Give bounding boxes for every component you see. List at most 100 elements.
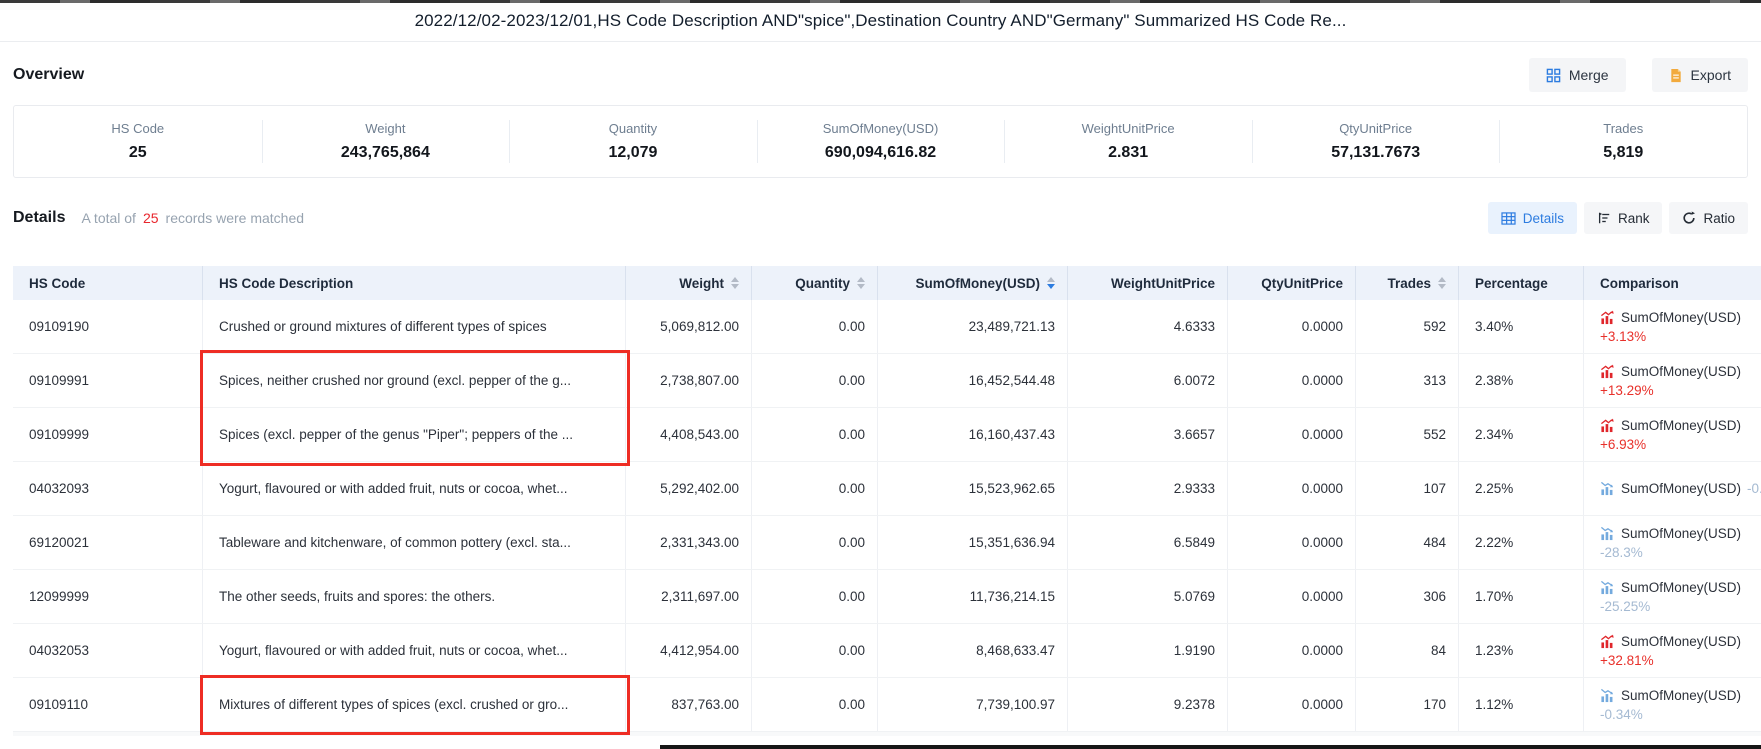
sort-control[interactable]: [731, 277, 739, 289]
details-header-row: Details A total of25records were matched…: [0, 178, 1761, 266]
cell-quantity: 0.00: [752, 624, 878, 677]
cell-trades: 313: [1356, 354, 1459, 407]
cell-sum_of_money: 8,468,633.47: [878, 624, 1068, 677]
table-row[interactable]: 12099999The other seeds, fruits and spor…: [13, 570, 1761, 624]
comparison-change: +13.29%: [1600, 383, 1741, 398]
cell-weight_unit_price: 4.6333: [1068, 300, 1228, 353]
tab-details[interactable]: Details: [1488, 202, 1577, 234]
column-header-percentage: Percentage: [1459, 266, 1584, 300]
comparison-metric: SumOfMoney(USD): [1621, 481, 1741, 496]
summary-suffix: records were matched: [166, 210, 305, 226]
cell-weight: 2,311,697.00: [626, 570, 752, 623]
comparison-metric: SumOfMoney(USD): [1621, 310, 1741, 325]
cell-weight_unit_price: 5.0769: [1068, 570, 1228, 623]
cell-weight: 5,069,812.00: [626, 300, 752, 353]
comparison-change: -28.3%: [1600, 545, 1741, 560]
stat-value: 690,094,616.82: [825, 144, 936, 162]
cell-description: Yogurt, flavoured or with added fruit, n…: [203, 462, 626, 515]
title-bar: 2022/12/02-2023/12/01,HS Code Descriptio…: [0, 0, 1761, 42]
cell-percentage: 1.23%: [1459, 624, 1584, 677]
cell-comparison: SumOfMoney(USD)+32.81%: [1584, 624, 1761, 677]
cell-percentage: 2.38%: [1459, 354, 1584, 407]
details-table: HS Code HS Code Description Weight Quantity…: [13, 266, 1761, 736]
column-label: HS Code Description: [219, 276, 353, 291]
cell-weight: 4,408,543.00: [626, 408, 752, 461]
overview-stat: Weight 243,765,864: [262, 106, 510, 177]
chart-down-icon: [1600, 481, 1615, 496]
cell-weight_unit_price: 6.0072: [1068, 354, 1228, 407]
overview-header-row: Overview Merge Export: [0, 42, 1761, 102]
overview-stats: HS Code 25 Weight 243,765,864 Quantity 1…: [14, 106, 1747, 177]
cell-comparison: SumOfMoney(USD)-0.34%: [1584, 678, 1761, 731]
export-button[interactable]: Export: [1652, 58, 1748, 92]
stat-label: HS Code: [111, 121, 164, 136]
table-row[interactable]: 04032053Yogurt, flavoured or with added …: [13, 624, 1761, 678]
cell-trades: 484: [1356, 516, 1459, 569]
tab-rank[interactable]: Rank: [1584, 202, 1663, 234]
cell-sum_of_money: 7,739,100.97: [878, 678, 1068, 731]
comparison-metric: SumOfMoney(USD): [1621, 580, 1741, 595]
column-header-sum_of_money_usd[interactable]: SumOfMoney(USD): [878, 266, 1068, 300]
cell-trades: 107: [1356, 462, 1459, 515]
table-row[interactable]: 09109190Crushed or ground mixtures of di…: [13, 300, 1761, 354]
tab-ratio[interactable]: Ratio: [1669, 202, 1748, 234]
cell-percentage: 3.40%: [1459, 300, 1584, 353]
cell-hs_code: 09109991: [13, 354, 203, 407]
page-title: 2022/12/02-2023/12/01,HS Code Descriptio…: [415, 11, 1347, 31]
stat-label: QtyUnitPrice: [1339, 121, 1412, 136]
cell-sum_of_money: 15,351,636.94: [878, 516, 1068, 569]
export-label: Export: [1691, 67, 1731, 83]
sort-control[interactable]: [1047, 277, 1055, 289]
cell-trades: 552: [1356, 408, 1459, 461]
cell-quantity: 0.00: [752, 462, 878, 515]
sort-control[interactable]: [1438, 277, 1446, 289]
stat-label: Quantity: [609, 121, 657, 136]
column-header-trades[interactable]: Trades: [1356, 266, 1459, 300]
column-label: Weight: [679, 276, 724, 291]
table-row[interactable]: 04032093Yogurt, flavoured or with added …: [13, 462, 1761, 516]
cell-qty_unit_price: 0.0000: [1228, 570, 1356, 623]
cell-description: Yogurt, flavoured or with added fruit, n…: [203, 624, 626, 677]
comparison-change: +32.81%: [1600, 653, 1741, 668]
cell-sum_of_money: 11,736,214.15: [878, 570, 1068, 623]
cell-comparison: SumOfMoney(USD)+3.13%: [1584, 300, 1761, 353]
stat-value: 12,079: [608, 144, 657, 162]
table-row[interactable]: 09109110Mixtures of different types of s…: [13, 678, 1761, 732]
records-summary: A total of25records were matched: [81, 210, 304, 226]
cell-sum_of_money: 16,452,544.48: [878, 354, 1068, 407]
column-label: Percentage: [1475, 276, 1548, 291]
comparison-metric: SumOfMoney(USD): [1621, 688, 1741, 703]
cell-percentage: 2.22%: [1459, 516, 1584, 569]
cell-percentage: 2.34%: [1459, 408, 1584, 461]
cell-comparison: SumOfMoney(USD)-0.: [1584, 462, 1761, 515]
cell-qty_unit_price: 0.0000: [1228, 354, 1356, 407]
ratio-icon: [1682, 211, 1696, 225]
overview-stat: WeightUnitPrice 2.831: [1004, 106, 1252, 177]
stat-value: 243,765,864: [341, 144, 430, 162]
cell-weight_unit_price: 6.5849: [1068, 516, 1228, 569]
toolbar: Merge Export: [1529, 58, 1748, 92]
rank-icon: [1597, 211, 1611, 225]
merge-button[interactable]: Merge: [1529, 58, 1626, 92]
table-row[interactable]: 09109991Spices, neither crushed nor grou…: [13, 354, 1761, 408]
export-icon: [1669, 68, 1683, 83]
cell-weight: 2,331,343.00: [626, 516, 752, 569]
cell-sum_of_money: 16,160,437.43: [878, 408, 1068, 461]
stat-label: SumOfMoney(USD): [823, 121, 939, 136]
column-header-quantity[interactable]: Quantity: [752, 266, 878, 300]
cell-hs_code: 09109110: [13, 678, 203, 731]
sort-control[interactable]: [857, 277, 865, 289]
table-row[interactable]: 69120021Tableware and kitchenware, of co…: [13, 516, 1761, 570]
overview-stat: HS Code 25: [14, 106, 262, 177]
comparison-metric: SumOfMoney(USD): [1621, 526, 1741, 541]
cell-percentage: 1.12%: [1459, 678, 1584, 731]
column-header-weight[interactable]: Weight: [626, 266, 752, 300]
chart-down-icon: [1600, 580, 1615, 595]
chart-up-icon: [1600, 310, 1615, 325]
cell-qty_unit_price: 0.0000: [1228, 300, 1356, 353]
column-header-hs_code: HS Code: [13, 266, 203, 300]
column-label: QtyUnitPrice: [1261, 276, 1343, 291]
merge-icon: [1546, 68, 1561, 83]
table-row[interactable]: 09109999Spices (excl. pepper of the genu…: [13, 408, 1761, 462]
chart-up-icon: [1600, 364, 1615, 379]
